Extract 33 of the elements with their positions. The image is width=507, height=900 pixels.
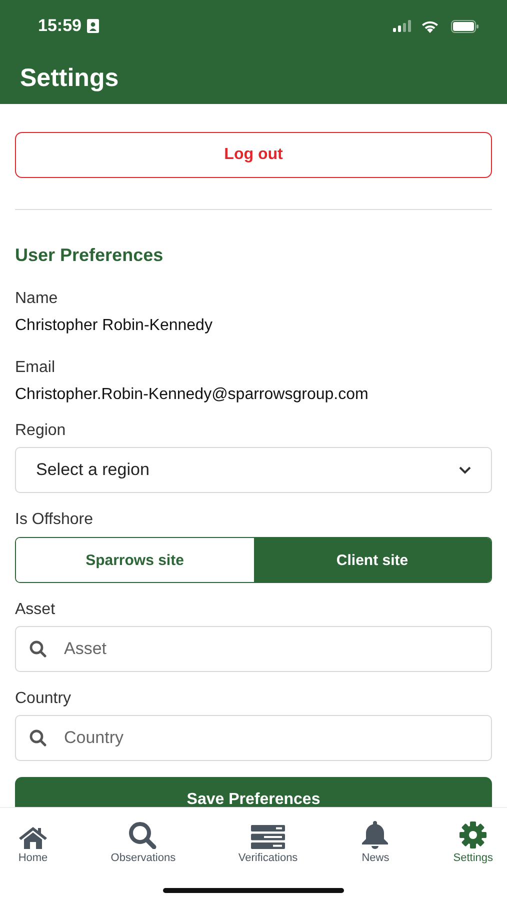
field-label: Is Offshore (15, 511, 94, 529)
page-title: Settings (20, 64, 119, 92)
wifi-icon (421, 20, 439, 32)
field-label: Email (15, 359, 56, 377)
server-rack-icon (251, 825, 286, 849)
search-field[interactable]: Asset (15, 626, 492, 672)
bell-icon (360, 821, 390, 849)
status-time: 15:59 (38, 16, 82, 36)
section-title: User Preferences (15, 245, 164, 266)
tab-bar-item[interactable]: Settings (449, 816, 497, 864)
field-label: Country (15, 690, 72, 708)
contact-card-icon (87, 19, 100, 33)
tab-bar-item[interactable]: Verifications (234, 816, 302, 864)
search-icon (29, 729, 47, 747)
gear-icon (459, 821, 488, 849)
field-value: Christopher Robin-Kennedy (15, 317, 214, 335)
search-icon (29, 640, 47, 658)
signal-icon (393, 20, 411, 32)
battery-icon (451, 20, 479, 32)
logout-button[interactable]: Log out (15, 132, 492, 178)
search-field[interactable]: Country (15, 715, 492, 761)
field-value: Christopher.Robin-Kennedy@sparrowsgroup.com (15, 386, 370, 404)
region-select[interactable]: Select a region (15, 447, 492, 493)
home-icon (18, 825, 48, 849)
tab-bar-item[interactable]: Home (14, 816, 52, 864)
save-preferences-button[interactable]: Save Preferences (15, 777, 492, 807)
segment-option[interactable]: Client site (254, 538, 491, 582)
field-label: Asset (15, 601, 56, 619)
tab-bar-item[interactable]: News (356, 816, 394, 864)
chevron-down-icon (459, 466, 471, 474)
field-label: Region (15, 422, 67, 440)
field-label: Name (15, 290, 59, 308)
tab-bar-item[interactable]: Observations (106, 816, 180, 864)
